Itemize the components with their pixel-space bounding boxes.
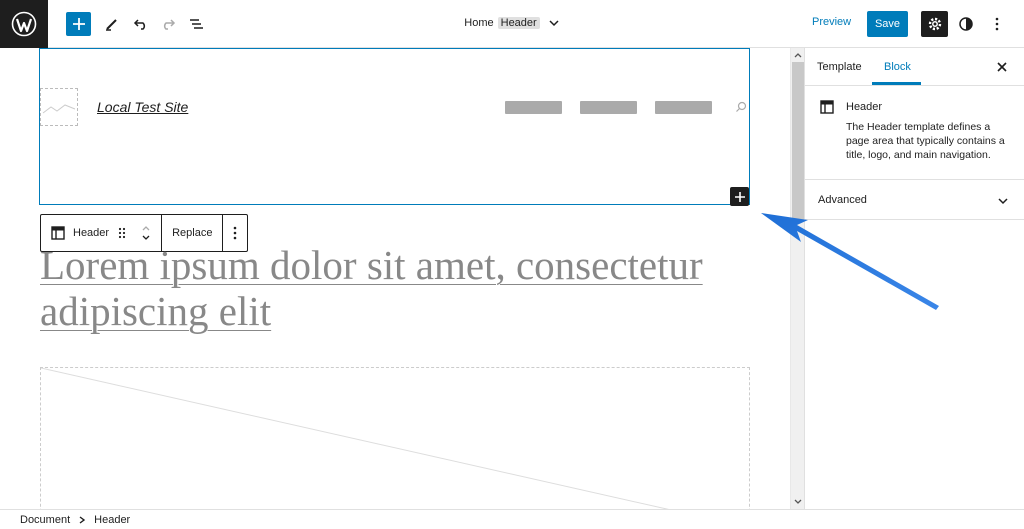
editor-canvas[interactable]: Local Test Site Header Replace Lorem ips… <box>0 48 790 509</box>
settings-button[interactable] <box>921 11 948 37</box>
top-toolbar: Home Header Preview Save <box>0 0 1024 48</box>
options-menu-button[interactable] <box>988 12 1006 36</box>
featured-image-placeholder[interactable] <box>40 367 750 509</box>
settings-sidebar: Template Block Header The Header templat… <box>804 48 1024 509</box>
active-tab-indicator <box>872 82 921 85</box>
plus-icon <box>734 191 745 202</box>
navigation-item-placeholder[interactable] <box>655 101 712 114</box>
move-buttons <box>141 225 151 241</box>
breadcrumb: Document Header <box>0 509 1024 529</box>
half-circle-icon <box>959 17 973 31</box>
document-name: Home <box>464 17 494 29</box>
drag-handle-icon[interactable] <box>117 226 127 240</box>
chevron-down-icon[interactable] <box>792 498 804 506</box>
post-title-line: Lorem ipsum dolor sit amet, consectetur <box>40 242 703 288</box>
template-part-icon <box>51 226 65 240</box>
image-placeholder-icon <box>42 104 76 114</box>
block-name-label: Header <box>73 227 110 239</box>
close-icon[interactable] <box>996 61 1008 73</box>
chevron-up-icon[interactable] <box>792 51 804 59</box>
gear-icon <box>928 17 941 31</box>
tab-block[interactable]: Block <box>884 61 911 73</box>
post-title[interactable]: Lorem ipsum dolor sit amet, consectetur … <box>40 242 760 334</box>
navigation-item-placeholder[interactable] <box>580 101 637 114</box>
sidebar-tabs: Template Block <box>805 48 1024 86</box>
block-card: Header The Header template defines a pag… <box>805 86 1024 180</box>
scrollbar-thumb[interactable] <box>792 62 804 220</box>
header-template-part[interactable]: Local Test Site <box>39 48 750 206</box>
search-icon[interactable] <box>735 100 747 118</box>
chevron-down-icon <box>549 20 559 27</box>
block-card-description: The Header template defines a page area … <box>846 121 1005 161</box>
document-type-badge: Header <box>497 17 540 29</box>
preview-button[interactable]: Preview <box>812 16 851 28</box>
more-vertical-icon <box>995 17 999 31</box>
canvas-scrollbar[interactable] <box>790 48 804 509</box>
site-title[interactable]: Local Test Site <box>97 99 188 115</box>
navigation-item-placeholder[interactable] <box>505 101 562 114</box>
breadcrumb-item-header[interactable]: Header <box>94 514 130 526</box>
block-inserter-button[interactable] <box>730 187 749 206</box>
post-title-line: adipiscing elit <box>40 288 272 334</box>
breadcrumb-item-document[interactable]: Document <box>20 514 70 526</box>
advanced-label: Advanced <box>818 194 867 206</box>
move-down-icon[interactable] <box>141 234 151 241</box>
template-part-icon <box>820 100 834 114</box>
chevron-down-icon <box>998 198 1008 205</box>
placeholder-diagonal <box>41 368 669 509</box>
site-logo-placeholder[interactable] <box>40 88 78 126</box>
more-vertical-icon <box>234 226 237 240</box>
save-button[interactable]: Save <box>867 11 908 37</box>
move-up-icon[interactable] <box>141 225 151 232</box>
styles-button[interactable] <box>956 12 976 36</box>
block-card-title: Header <box>846 101 883 113</box>
chevron-right-icon <box>79 515 86 524</box>
tab-template[interactable]: Template <box>817 61 862 73</box>
advanced-panel-toggle[interactable]: Advanced <box>805 180 1024 220</box>
